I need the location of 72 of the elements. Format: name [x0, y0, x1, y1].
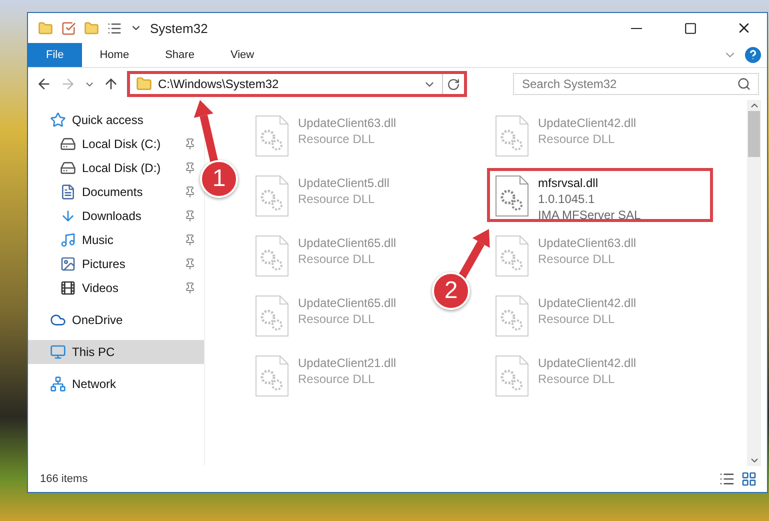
document-icon: [60, 184, 76, 200]
gear-document-icon: [494, 115, 530, 157]
file-detail: Resource DLL: [538, 371, 616, 387]
sidebar-item[interactable]: This PC: [28, 340, 204, 364]
file-menu-button[interactable]: File: [28, 43, 82, 67]
gear-document-icon: [494, 235, 530, 277]
gear-document-icon: [494, 295, 530, 337]
up-icon[interactable]: [103, 76, 119, 92]
ribbon-tab[interactable]: Home: [82, 43, 148, 67]
file-item[interactable]: mfsrvsal.dll 1.0.1045.1 IMA MFServer SAL: [487, 168, 713, 222]
gear-document-icon: [494, 355, 530, 397]
file-detail: Resource DLL: [538, 311, 616, 327]
sidebar-item[interactable]: OneDrive: [28, 308, 204, 332]
back-icon[interactable]: [36, 76, 52, 92]
item-count: 166 items: [40, 473, 89, 485]
search-icon: [737, 77, 751, 91]
file-detail: IMA MFServer SAL: [538, 207, 641, 223]
file-detail: Resource DLL: [298, 191, 376, 207]
file-name: UpdateClient42.dll: [538, 295, 636, 311]
ribbon-tab[interactable]: Share: [147, 43, 212, 67]
picture-icon: [60, 256, 76, 272]
drive-icon: [60, 136, 76, 152]
details-view-icon[interactable]: [719, 471, 735, 487]
refresh-icon: [447, 78, 460, 90]
gear-document-icon: [254, 295, 290, 337]
gear-document-icon: [254, 175, 290, 217]
file-detail: Resource DLL: [298, 251, 376, 267]
star-icon: [50, 112, 66, 128]
tiles-view-icon[interactable]: [741, 471, 757, 487]
file-detail: Resource DLL: [298, 371, 376, 387]
sidebar-item[interactable]: Network: [28, 372, 204, 396]
monitor-icon: [50, 344, 66, 360]
sidebar-item[interactable]: Local Disk (C:): [28, 132, 204, 156]
sidebar-item[interactable]: Quick access: [28, 108, 204, 132]
help-icon[interactable]: [745, 47, 761, 63]
sidebar-item[interactable]: Downloads: [28, 204, 204, 228]
file-detail: 1.0.1045.1: [538, 191, 596, 207]
checkbox-icon[interactable]: [61, 20, 76, 36]
file-name: mfsrvsal.dll: [538, 175, 600, 191]
gear-document-icon: [254, 235, 290, 277]
file-detail: Resource DLL: [538, 131, 616, 147]
cloud-icon: [50, 312, 66, 328]
file-detail: Resource DLL: [538, 251, 616, 267]
ribbon-tab[interactable]: View: [212, 43, 272, 67]
file-name: UpdateClient42.dll: [538, 355, 636, 371]
file-name: UpdateClient65.dll: [298, 295, 396, 311]
file-name: UpdateClient42.dll: [538, 115, 636, 131]
maximize-icon: [684, 22, 696, 34]
gear-document-icon: [254, 355, 290, 397]
file-detail: Resource DLL: [298, 131, 376, 147]
search-field[interactable]: Search System32: [513, 73, 759, 95]
music-note-icon: [60, 232, 76, 248]
sidebar-item[interactable]: Pictures: [28, 252, 204, 276]
gear-document-icon: [254, 115, 290, 157]
gear-document-icon: [494, 175, 530, 217]
window-title: System32: [150, 20, 209, 36]
file-name: UpdateClient63.dll: [538, 235, 636, 251]
sidebar-item[interactable]: Videos: [28, 276, 204, 300]
address-field[interactable]: C:\Windows\System32: [127, 71, 467, 97]
file-name: UpdateClient63.dll: [298, 115, 396, 131]
file-name: UpdateClient21.dll: [298, 355, 396, 371]
scroll-thumb[interactable]: [748, 111, 760, 157]
file-name: UpdateClient65.dll: [298, 235, 396, 251]
folder-icon: [136, 76, 152, 92]
file-detail: Resource DLL: [298, 311, 376, 327]
film-icon: [60, 280, 76, 296]
properties-icon[interactable]: [107, 20, 122, 36]
sidebar-item[interactable]: Music: [28, 228, 204, 252]
network-icon: [50, 376, 66, 392]
drive-icon: [60, 160, 76, 176]
file-name: UpdateClient5.dll: [298, 175, 390, 191]
address-text: C:\Windows\System32: [158, 77, 280, 91]
